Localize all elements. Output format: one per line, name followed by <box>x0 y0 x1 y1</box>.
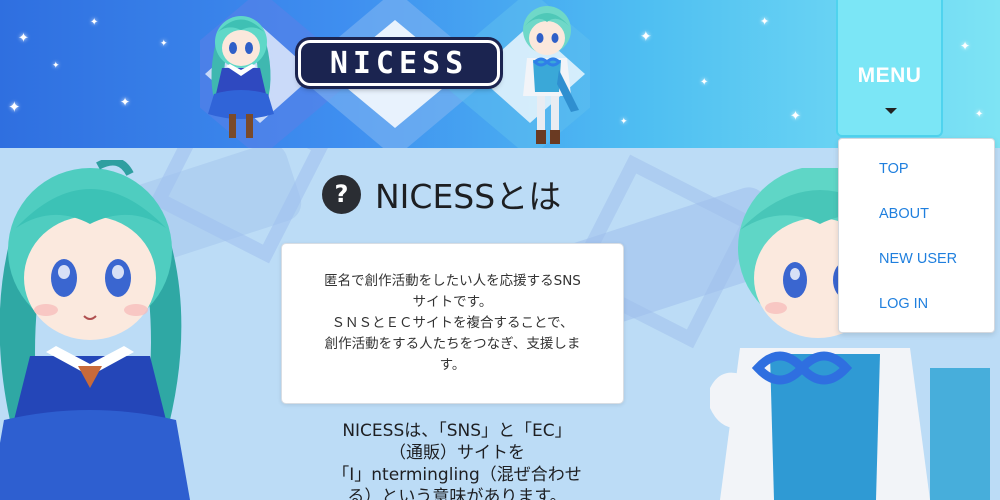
sparkle-decoration: ✦ <box>620 117 628 127</box>
page-title-text: NICESSとは <box>375 177 562 216</box>
about-card: 匿名で創作活動をしたい人を応援するSNS サイトです。 ＳＮＳとＥＣサイトを複合… <box>281 243 624 404</box>
mascot-girl-large-illustration <box>0 160 190 500</box>
about-card-line: 創作活動をする人たちをつなぎ、支援しま <box>324 336 581 352</box>
menu-item-about[interactable]: ABOUT <box>879 206 929 222</box>
menu-dropdown: TOP ABOUT NEW USER LOG IN <box>838 138 995 333</box>
about-card-line: 匿名で創作活動をしたい人を応援するSNS <box>324 273 581 289</box>
description-line: る）という意味があります。 <box>347 487 567 500</box>
mascot-boy-illustration <box>523 6 579 144</box>
site-logo[interactable]: NICESS <box>298 40 500 86</box>
about-card-line: ＳＮＳとＥＣサイトを複合することで、 <box>331 315 574 331</box>
description-line: （通販）サイトを <box>389 443 525 463</box>
about-card-line: サイトです。 <box>412 294 493 310</box>
sparkle-decoration: ✦ <box>960 39 971 53</box>
sparkle-decoration: ✦ <box>52 61 60 71</box>
question-icon: ? <box>322 174 361 214</box>
sparkle-decoration: ✦ <box>700 77 709 88</box>
logo-text: NICESS <box>329 45 469 81</box>
sparkle-decoration: ✦ <box>18 31 29 46</box>
page-title: ? NICESSとは <box>322 172 561 216</box>
menu-item-top[interactable]: TOP <box>879 161 909 177</box>
sparkle-decoration: ✦ <box>760 15 770 28</box>
menu-label: MENU <box>857 64 922 87</box>
caret-down-icon <box>885 108 897 114</box>
sparkle-decoration: ✦ <box>640 29 652 45</box>
sparkle-decoration: ✦ <box>790 109 801 124</box>
description-text: NICESSは、「SNS」と「EC」 （通販）サイトを 「I」ntermingl… <box>312 420 602 500</box>
sparkle-decoration: ✦ <box>975 109 984 120</box>
sparkle-decoration: ✦ <box>8 98 21 116</box>
sparkle-decoration: ✦ <box>90 17 99 28</box>
sparkle-decoration: ✦ <box>120 95 131 109</box>
description-line: NICESSは、「SNS」と「EC」 <box>342 421 572 441</box>
mascot-girl-illustration <box>208 16 274 138</box>
sparkle-decoration: ✦ <box>160 39 168 49</box>
description-line: 「I」ntermingling（混ぜ合わせ <box>332 465 582 485</box>
menu-toggle-button[interactable]: MENU <box>836 0 943 137</box>
menu-item-log-in[interactable]: LOG IN <box>879 296 928 312</box>
menu-item-new-user[interactable]: NEW USER <box>879 251 957 267</box>
about-card-line: す。 <box>439 357 466 373</box>
